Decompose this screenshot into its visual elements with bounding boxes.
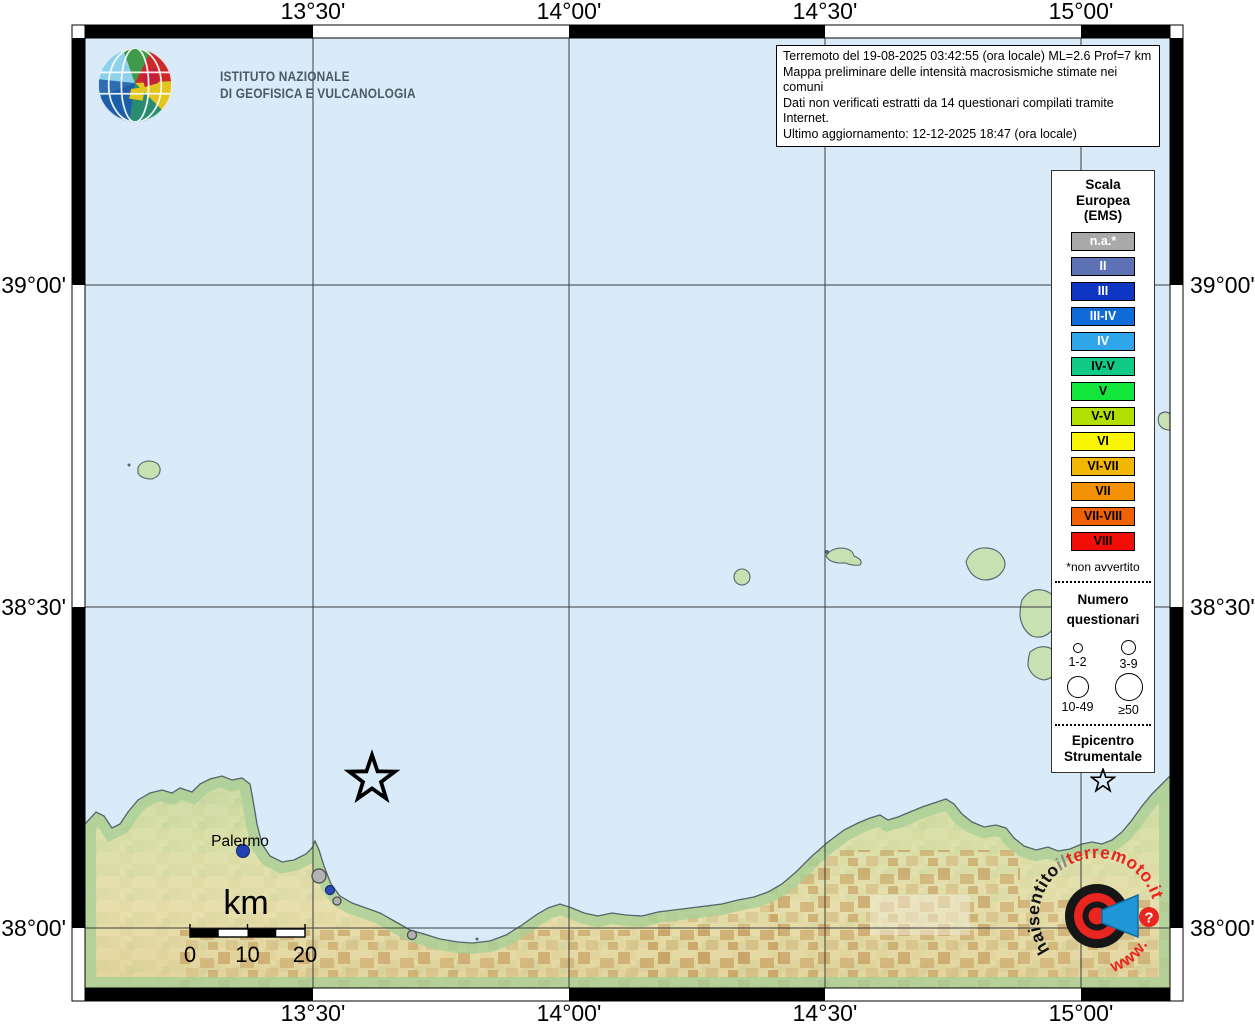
ems-class-swatch: VI — [1071, 432, 1135, 451]
questionnaire-point — [312, 869, 326, 883]
epicenter-legend-star — [1052, 768, 1154, 799]
islet — [476, 938, 479, 941]
ems-class-swatch: IV-V — [1071, 357, 1135, 376]
ingv-globe-icon — [96, 46, 174, 124]
axis-top: 14°00' — [537, 0, 602, 24]
screenshot-root: Palermo km 0 10 20 — [0, 0, 1255, 1024]
questionnaire-size-circle — [1073, 643, 1083, 653]
last-update-line: Ultimo aggiornamento: 12-12-2025 18:47 (… — [783, 127, 1153, 143]
scale-tick: 0 — [184, 942, 196, 967]
event-summary-line: Terremoto del 19-08-2025 03:42:55 (ora l… — [783, 49, 1153, 65]
legend-footnote: *non avvertito — [1052, 560, 1154, 574]
legend-separator — [1055, 581, 1151, 583]
ingv-name-line2: DI GEOFISICA E VULCANOLOGIA — [220, 85, 416, 102]
legend-panel: Scala Europea (EMS) n.a.*IIIIIIII-IVIVIV… — [1051, 170, 1155, 773]
questionnaire-size-grid: 1-23-9 10-49≥50 — [1052, 632, 1154, 718]
map-description-line: Mappa preliminare delle intensità macros… — [783, 65, 1153, 96]
ems-class-swatch: VIII — [1071, 532, 1135, 551]
scale-tick: 20 — [293, 942, 317, 967]
island-ustica — [138, 461, 160, 479]
islet — [128, 464, 131, 467]
questionnaire-size-item: 3-9 — [1103, 632, 1154, 672]
questionnaire-size-circle — [1121, 640, 1136, 655]
star-icon — [1090, 768, 1116, 794]
axis-left: 39°00' — [1, 272, 66, 298]
axis-bottom: 14°30' — [793, 1000, 858, 1024]
questionnaire-point — [333, 897, 341, 905]
data-source-line: Dati non verificati estratti da 14 quest… — [783, 96, 1153, 127]
legend-title-line: Scala — [1052, 177, 1154, 193]
epicenter-legend-title: Epicentro — [1052, 733, 1154, 749]
ems-class-swatch: II — [1071, 257, 1135, 276]
ems-class-swatch: IV — [1071, 332, 1135, 351]
axis-top: 15°00' — [1049, 0, 1114, 24]
axis-left: 38°00' — [1, 915, 66, 941]
questionnaire-size-label: ≥50 — [1103, 703, 1154, 717]
questionnaire-legend-title: Numero — [1052, 590, 1154, 610]
axis-left: 38°30' — [1, 594, 66, 620]
questionnaire-legend-title: questionari — [1052, 610, 1154, 630]
questionnaire-size-item: 1-2 — [1052, 632, 1103, 672]
questionnaire-size-label: 10-49 — [1052, 700, 1103, 714]
axis-bottom: 15°00' — [1049, 1000, 1114, 1024]
ingv-name-line1: ISTITUTO NAZIONALE — [220, 68, 416, 85]
questionnaire-point — [326, 886, 335, 895]
ems-class-swatch: III — [1071, 282, 1135, 301]
legend-title-line: Europea — [1052, 193, 1154, 209]
palermo-city-label: Palermo — [211, 833, 269, 850]
axis-top: 14°30' — [793, 0, 858, 24]
ingv-logo: ISTITUTO NAZIONALE DI GEOFISICA E VULCAN… — [96, 46, 442, 124]
scale-tick: 10 — [235, 942, 259, 967]
legend-title-line: (EMS) — [1052, 208, 1154, 224]
axis-top: 13°30' — [281, 0, 346, 24]
axis-right: 38°00' — [1190, 915, 1255, 941]
ems-class-swatch: VII — [1071, 482, 1135, 501]
island-alicudi — [734, 569, 750, 585]
axis-right: 38°30' — [1190, 594, 1255, 620]
questionnaire-size-item: ≥50 — [1103, 671, 1154, 717]
axis-bottom: 14°00' — [537, 1000, 602, 1024]
questionnaire-size-item: 10-49 — [1052, 671, 1103, 717]
axis-bottom: 13°30' — [281, 1000, 346, 1024]
ems-class-swatch: VII-VIII — [1071, 507, 1135, 526]
questionnaire-point — [408, 931, 417, 940]
event-info-box: Terremoto del 19-08-2025 03:42:55 (ora l… — [776, 45, 1160, 147]
ems-class-swatch: n.a.* — [1071, 232, 1135, 251]
question-mark: ? — [1144, 910, 1153, 927]
ems-class-swatch: V-VI — [1071, 407, 1135, 426]
legend-separator — [1055, 724, 1151, 726]
axis-right: 39°00' — [1190, 272, 1255, 298]
ems-class-swatch: VI-VII — [1071, 457, 1135, 476]
questionnaire-size-circle — [1067, 676, 1089, 698]
epicenter-legend-title: Strumentale — [1052, 749, 1154, 765]
ems-scale-list: n.a.*IIIIIIII-IVIVIV-VVV-VIVIVI-VIIVIIVI… — [1052, 232, 1154, 551]
questionnaire-size-label: 3-9 — [1103, 657, 1154, 671]
questionnaire-size-label: 1-2 — [1052, 655, 1103, 669]
questionnaire-size-circle — [1115, 673, 1143, 701]
ems-class-swatch: V — [1071, 382, 1135, 401]
scale-bar-unit: km — [223, 884, 268, 922]
ems-class-swatch: III-IV — [1071, 307, 1135, 326]
